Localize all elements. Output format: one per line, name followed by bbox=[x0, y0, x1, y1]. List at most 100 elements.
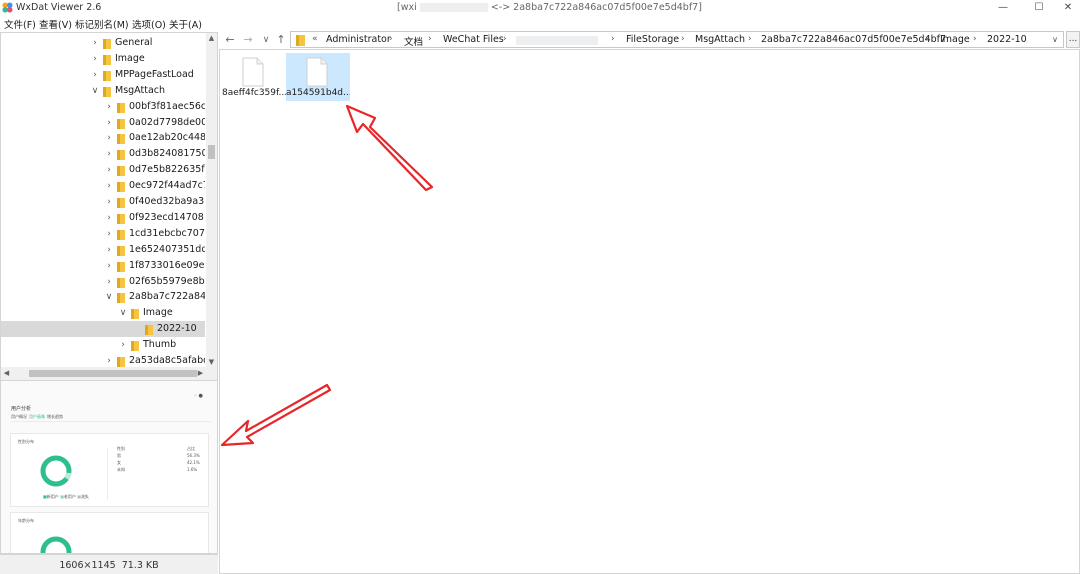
tree-item-label: 0a02d7798de002e bbox=[129, 116, 205, 128]
chevron-right-icon[interactable]: › bbox=[925, 34, 929, 44]
chevron-right-icon[interactable]: › bbox=[104, 146, 114, 162]
chevron-right-icon[interactable]: › bbox=[104, 115, 114, 131]
tree-item[interactable]: 2022-10 bbox=[1, 321, 205, 338]
file-item-selected[interactable]: a154591b4d... bbox=[286, 53, 350, 101]
more-options-button[interactable]: ... bbox=[1066, 31, 1080, 48]
chevron-right-icon[interactable]: › bbox=[90, 51, 100, 67]
chevron-right-icon[interactable]: › bbox=[748, 34, 752, 44]
chevron-right-icon[interactable]: › bbox=[104, 274, 114, 290]
folder-icon bbox=[131, 309, 139, 320]
folder-icon bbox=[103, 39, 111, 49]
scroll-up-icon[interactable]: ▲ bbox=[206, 33, 217, 44]
chevron-right-icon[interactable]: › bbox=[90, 35, 100, 51]
preview-tab-2: 用户画像 bbox=[29, 414, 45, 419]
menu-file[interactable]: 文件(F) bbox=[4, 17, 36, 31]
folder-tree[interactable]: › General › Image › MPPageFastLoad ∨ MsgAttach ›… bbox=[0, 32, 218, 381]
scroll-thumb-horizontal[interactable] bbox=[29, 370, 197, 377]
chevron-right-icon[interactable]: › bbox=[104, 226, 114, 242]
menu-view[interactable]: 查看(V) bbox=[39, 17, 72, 31]
chevron-right-icon[interactable]: › bbox=[118, 337, 128, 353]
file-item[interactable]: 8aeff4fc359f... bbox=[222, 53, 286, 101]
menu-bar: 文件(F) 查看(V) 标记别名(M) 选项(O) 关于(A) bbox=[0, 16, 1080, 31]
recent-locations-button[interactable]: ∨ bbox=[259, 33, 273, 47]
tree-item[interactable]: › 00bf3f81aec56cc1 bbox=[1, 99, 205, 115]
menu-about[interactable]: 关于(A) bbox=[169, 17, 202, 31]
file-list[interactable]: 8aeff4fc359f... a154591b4d... bbox=[219, 49, 1080, 574]
image-dimensions: 1606×1145 bbox=[59, 560, 116, 571]
file-name: a154591b4d... bbox=[286, 88, 350, 98]
tree-item[interactable]: › 1cd31ebcbc707f7 bbox=[1, 226, 205, 242]
tree-item[interactable]: › 0f923ecd1470819 bbox=[1, 210, 205, 226]
chevron-right-icon[interactable]: › bbox=[104, 178, 114, 194]
tree-item[interactable]: ∨ Image bbox=[1, 305, 205, 321]
tree-item[interactable]: › 1f8733016e09e7d bbox=[1, 258, 205, 274]
tree-item[interactable]: › 0f40ed32ba9a374 bbox=[1, 194, 205, 210]
tree-item[interactable]: › 0d7e5b822635f7d bbox=[1, 162, 205, 178]
tree-item[interactable]: › 0d3b8240817501c bbox=[1, 146, 205, 162]
chevron-down-icon[interactable]: ∨ bbox=[90, 83, 100, 99]
tree-item[interactable]: › General bbox=[1, 35, 205, 51]
window-title-suffix: <-> 2a8ba7c722a846ac07d5f00e7e5d4bf7] bbox=[490, 2, 702, 13]
forward-button[interactable]: → bbox=[241, 33, 255, 47]
chevron-right-icon[interactable]: › bbox=[104, 130, 114, 146]
minimize-button[interactable]: — bbox=[991, 1, 1015, 15]
maximize-button[interactable]: ☐ bbox=[1027, 1, 1051, 15]
chevron-right-icon[interactable]: › bbox=[681, 34, 685, 44]
chevron-right-icon[interactable]: › bbox=[104, 258, 114, 274]
close-button[interactable]: ✕ bbox=[1056, 1, 1080, 15]
tree-item-label: Image bbox=[143, 307, 173, 319]
tree-horizontal-scrollbar[interactable]: ◀ ▶ bbox=[1, 367, 217, 380]
back-button[interactable]: ← bbox=[223, 33, 237, 47]
menu-options[interactable]: 选项(O) bbox=[132, 17, 166, 31]
scroll-left-icon[interactable]: ◀ bbox=[1, 368, 12, 379]
chevron-right-icon[interactable]: › bbox=[611, 34, 615, 44]
scroll-thumb[interactable] bbox=[208, 145, 215, 159]
tree-item[interactable]: › 0a02d7798de002e bbox=[1, 115, 205, 131]
breadcrumb-hash-folder[interactable]: 2a8ba7c722a846ac07d5f00e7e5d4bf7 bbox=[761, 34, 946, 45]
preview-divider bbox=[11, 421, 211, 422]
tree-item[interactable]: ∨ 2a8ba7c722a846a bbox=[1, 289, 205, 305]
up-button[interactable]: ↑ bbox=[274, 33, 288, 47]
breadcrumb-2022-10[interactable]: 2022-10 bbox=[987, 34, 1027, 45]
tree-item[interactable]: › Image bbox=[1, 51, 205, 67]
preview-toolbar-icons: ◦ ● bbox=[194, 393, 203, 399]
chevron-right-icon[interactable]: › bbox=[503, 34, 507, 44]
tree-item[interactable]: › 1e652407351dd02 bbox=[1, 242, 205, 258]
breadcrumb-filestorage[interactable]: FileStorage bbox=[626, 34, 679, 45]
folder-icon bbox=[103, 54, 111, 65]
breadcrumb-wechat-files[interactable]: WeChat Files bbox=[443, 34, 504, 45]
tree-item[interactable]: › 02f65b5979e8bee bbox=[1, 274, 205, 290]
tree-item[interactable]: › 0ae12ab20c448c5 bbox=[1, 130, 205, 146]
breadcrumb-administrator[interactable]: Administrator bbox=[326, 34, 391, 45]
chevron-right-icon[interactable]: › bbox=[104, 194, 114, 210]
chevron-right-icon[interactable]: › bbox=[104, 99, 114, 115]
window-title: [wxi <-> 2a8ba7c722a846ac07d5f00e7e5d4bf… bbox=[397, 2, 702, 13]
address-bar[interactable]: « Administrator › 文档 › WeChat Files › › … bbox=[290, 31, 1064, 48]
menu-alias[interactable]: 标记别名(M) bbox=[75, 17, 129, 31]
chevron-right-icon[interactable]: › bbox=[104, 210, 114, 226]
chevron-down-icon[interactable]: ∨ bbox=[118, 305, 128, 321]
preview-legend: ■新用户 ■老用户 ■流失 bbox=[43, 494, 89, 499]
breadcrumb-image[interactable]: Image bbox=[940, 34, 970, 45]
tree-item[interactable]: ∨ MsgAttach bbox=[1, 83, 205, 99]
chevron-right-icon[interactable]: › bbox=[389, 34, 393, 44]
chevron-right-icon[interactable]: › bbox=[90, 67, 100, 83]
chevron-down-icon[interactable]: ∨ bbox=[104, 289, 114, 305]
tree-item[interactable]: › 0ec972f44ad7c734 bbox=[1, 178, 205, 194]
folder-icon bbox=[117, 293, 125, 304]
breadcrumb-overflow[interactable]: « bbox=[312, 34, 318, 44]
tree-item[interactable]: › MPPageFastLoad bbox=[1, 67, 205, 83]
scroll-right-icon[interactable]: ▶ bbox=[195, 368, 206, 379]
chevron-right-icon[interactable]: › bbox=[104, 162, 114, 178]
window-title-prefix: [wxi bbox=[397, 2, 417, 13]
breadcrumb-msgattach[interactable]: MsgAttach bbox=[695, 34, 745, 45]
tree-vertical-scrollbar[interactable]: ▲ ▼ bbox=[206, 33, 217, 368]
address-dropdown-icon[interactable]: ∨ bbox=[1049, 33, 1061, 46]
tree-item-label: 0f923ecd1470819 bbox=[129, 211, 205, 223]
chevron-right-icon[interactable]: › bbox=[428, 34, 432, 44]
chevron-right-icon[interactable]: › bbox=[973, 34, 977, 44]
tree-item[interactable]: › Thumb bbox=[1, 337, 205, 353]
redacted-account-folder[interactable] bbox=[516, 36, 598, 45]
breadcrumb-documents[interactable]: 文档 bbox=[404, 34, 423, 48]
chevron-right-icon[interactable]: › bbox=[104, 242, 114, 258]
